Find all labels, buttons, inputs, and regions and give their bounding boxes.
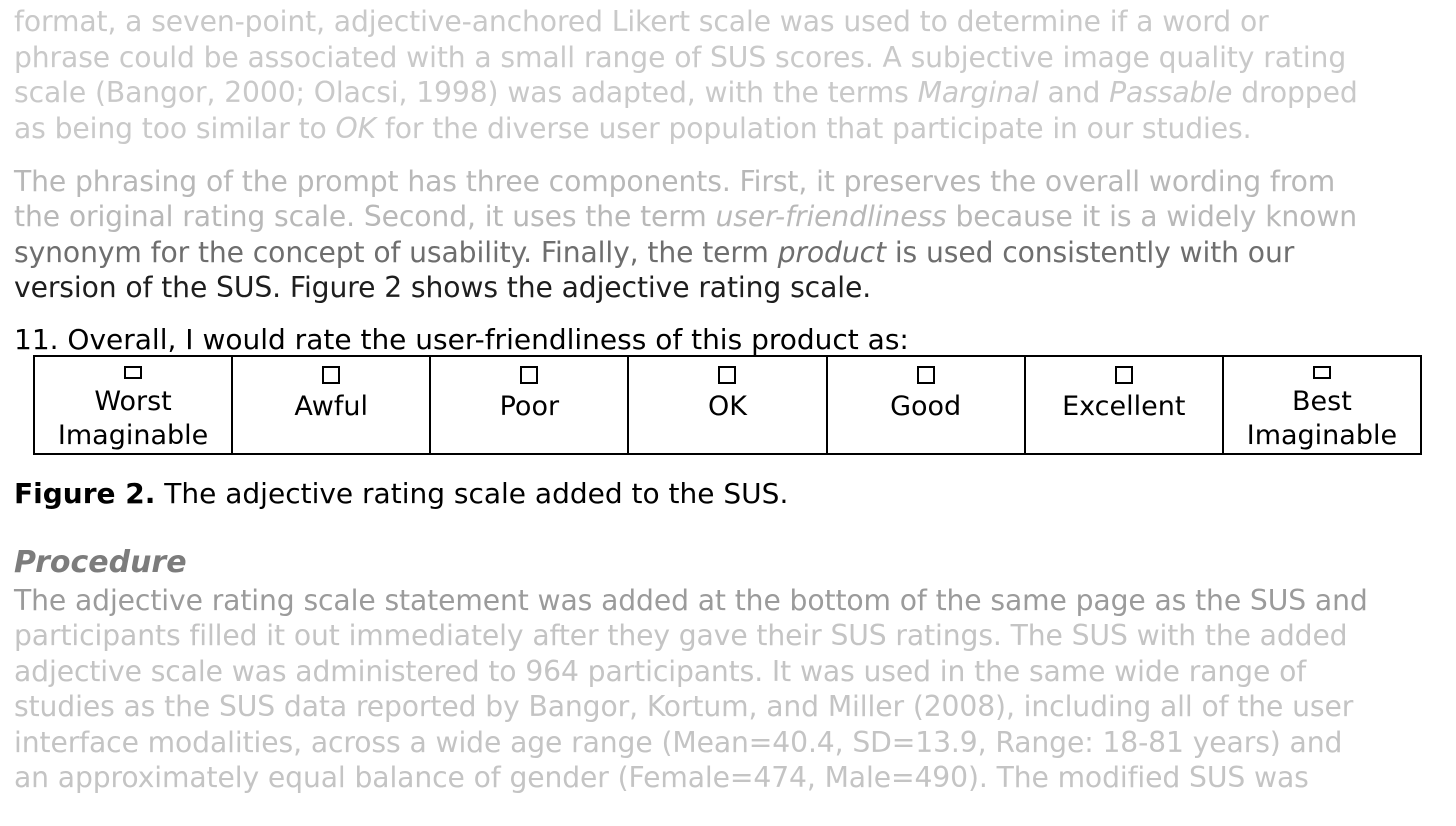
checkbox-icon[interactable] [1114,366,1133,384]
emphasized-term: Passable [1109,76,1233,109]
text-run: is used consistently with our [885,236,1295,269]
emphasized-term: user-friendliness [715,200,947,233]
emphasized-term: product [777,236,886,269]
checkbox-icon[interactable] [520,366,539,384]
scale-option-label: Worst Imaginable [57,386,209,451]
text-line: the original rating scale. Second, it us… [14,199,1357,235]
text-run: an approximately equal balance of gender… [14,761,1309,794]
figure-caption-label: Figure 2. [14,477,156,510]
scale-option-good[interactable]: Good [828,357,1026,453]
text-run: interface modalities, across a wide age … [14,726,1343,759]
text-run: as being too similar to [14,112,336,145]
text-line: participants filled it out immediately a… [14,618,1348,654]
scale-option-worst-imaginable[interactable]: Worst Imaginable [35,357,234,453]
checkbox-icon[interactable] [322,366,341,384]
section-heading: Procedure [14,545,187,580]
text-run: scale (Bangor, 2000; Olacsi, 1998) was a… [14,76,918,109]
text-line: phrase could be associated with a small … [14,40,1346,76]
checkbox-icon[interactable] [718,366,737,384]
text-line: The phrasing of the prompt has three com… [14,164,1335,200]
scale-option-excellent[interactable]: Excellent [1026,357,1224,453]
text-line: an approximately equal balance of gender… [14,760,1309,796]
figure-caption: Figure 2. The adjective rating scale add… [14,476,788,512]
text-line: as being too similar to OK for the diver… [14,111,1252,147]
text-run: synonym for the concept of usability. Fi… [14,236,778,269]
text-line: scale (Bangor, 2000; Olacsi, 1998) was a… [14,75,1358,111]
text-run: The adjective rating scale statement was… [14,584,1368,617]
emphasized-term: Marginal [917,76,1039,109]
checkbox-icon[interactable] [1312,366,1331,379]
text-run: phrase could be associated with a small … [14,41,1347,74]
text-run: version of the SUS. Figure 2 shows the a… [14,271,872,304]
emphasized-term: OK [335,112,377,145]
checkbox-icon[interactable] [124,366,143,379]
scale-option-poor[interactable]: Poor [431,357,630,453]
scale-option-label: Poor [499,391,560,422]
text-line: The adjective rating scale statement was… [14,583,1368,619]
text-run: studies as the SUS data reported by Bang… [14,690,1354,723]
scale-option-label: Best Imaginable [1246,386,1398,451]
text-run: adjective scale was administered to 964 … [14,655,1307,688]
text-run: The phrasing of the prompt has three com… [14,165,1336,198]
text-run: for the diverse user population that par… [376,112,1252,145]
scale-option-label: Awful [294,391,368,422]
text-run: participants filled it out immediately a… [14,619,1348,652]
text-line: studies as the SUS data reported by Bang… [14,689,1353,725]
question-text: 11. Overall, I would rate the user-frien… [14,323,909,356]
scale-option-label: Good [890,391,962,422]
scale-option-label: OK [708,391,747,422]
rating-scale-table: Worst Imaginable Awful Poor OK Good Exce… [33,355,1422,455]
text-line: format, a seven-point, adjective-anchore… [14,4,1269,40]
text-run: and [1038,76,1110,109]
scale-option-awful[interactable]: Awful [233,357,432,453]
text-run: dropped [1232,76,1358,109]
scale-option-ok[interactable]: OK [629,357,828,453]
text-line: interface modalities, across a wide age … [14,725,1342,761]
figure-caption-text: The adjective rating scale added to the … [155,477,789,510]
text-run: the original rating scale. Second, it us… [14,200,716,233]
checkbox-icon[interactable] [916,366,935,384]
text-run: format, a seven-point, adjective-anchore… [14,5,1269,38]
text-line: version of the SUS. Figure 2 shows the a… [14,270,871,306]
text-line: adjective scale was administered to 964 … [14,654,1306,690]
text-run: because it is a widely known [946,200,1358,233]
scale-option-best-imaginable[interactable]: Best Imaginable [1224,357,1420,453]
scale-option-label: Excellent [1062,391,1186,422]
text-line: synonym for the concept of usability. Fi… [14,235,1294,271]
